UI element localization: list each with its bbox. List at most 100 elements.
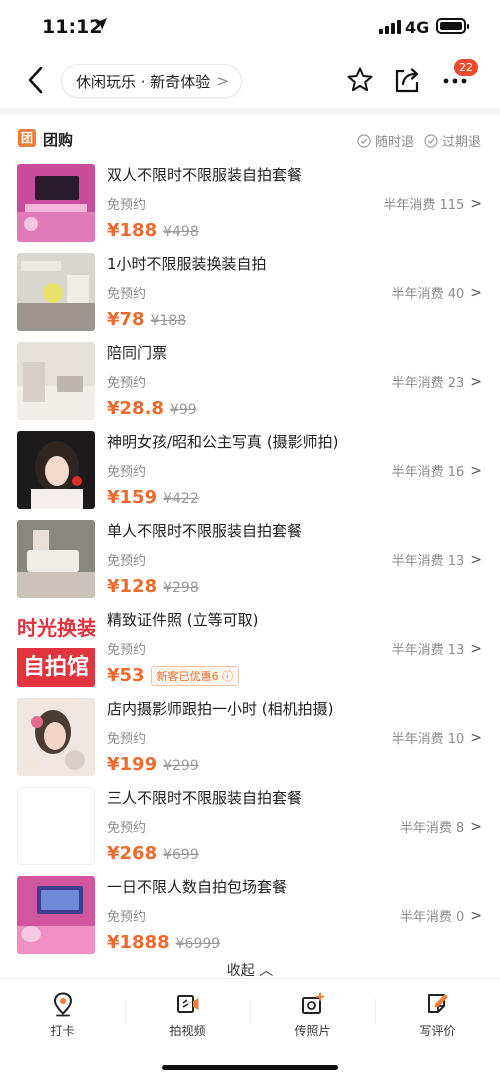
deal-name: 单人不限时不限服装自拍套餐	[107, 522, 303, 540]
current-price: ¥1888	[107, 932, 170, 953]
breadcrumb-label: 休闲玩乐 · 新奇体验	[76, 72, 211, 91]
write-review-icon	[427, 994, 448, 1013]
deal-booking: 免预约	[107, 465, 147, 480]
star-icon[interactable]	[346, 66, 374, 94]
deal-thumbnail	[17, 698, 95, 776]
original-price: ¥99	[169, 402, 197, 418]
home-indicator	[162, 1065, 338, 1070]
deal-name: 三人不限时不限服装自拍套餐	[107, 789, 303, 807]
deal-sold-count: 半年消费 13 >	[391, 551, 482, 570]
deal-item[interactable]: 1小时不限服装换装自拍 免预约 半年消费 40 > ¥78 ¥188	[0, 251, 500, 340]
deal-sold-count: 半年消费 115 >	[383, 195, 482, 214]
deal-thumbnail	[17, 253, 95, 331]
section-title: 团购	[43, 131, 74, 149]
battery-icon	[436, 18, 469, 34]
deal-thumbnail	[17, 876, 95, 954]
deal-price: ¥28.8 ¥99	[107, 398, 197, 419]
deal-name: 1小时不限服装换装自拍	[107, 255, 267, 273]
deal-price: ¥159 ¥422	[107, 487, 199, 508]
deal-name: 神明女孩/昭和公主写真 (摄影师拍)	[107, 433, 339, 451]
deal-name: 一日不限人数自拍包场套餐	[107, 878, 288, 896]
deal-booking: 免预约	[107, 821, 147, 836]
current-price: ¥53	[107, 665, 145, 686]
network-type: 4G	[405, 18, 430, 37]
deal-item[interactable]: 双人不限时不限服装自拍套餐 免预约 半年消费 115 > ¥188 ¥498	[0, 162, 500, 251]
original-price: ¥299	[163, 758, 199, 774]
share-icon[interactable]	[393, 65, 421, 95]
deal-item[interactable]: 店内摄影师跟拍一小时 (相机拍摄) 免预约 半年消费 10 > ¥199 ¥299	[0, 696, 500, 785]
current-price: ¥128	[107, 576, 158, 597]
deal-thumbnail	[17, 342, 95, 420]
deal-thumbnail	[17, 431, 95, 509]
current-price: ¥268	[107, 843, 158, 864]
chevron-right-icon: >	[470, 195, 482, 212]
deal-item[interactable]: 时光换装 自拍馆 精致证件照 (立等可取) 免预约 半年消费 13 > ¥53 新…	[0, 607, 500, 696]
deal-sold-count: 半年消费 16 >	[391, 462, 482, 481]
deal-booking: 免预约	[107, 732, 147, 747]
location-arrow-icon	[95, 18, 107, 30]
chevron-right-icon: >	[470, 373, 482, 390]
deal-sold-count: 半年消费 10 >	[391, 729, 482, 748]
deal-booking: 免预约	[107, 910, 147, 925]
write-review-tab[interactable]: 写评价	[375, 979, 500, 1048]
section-separator	[0, 108, 500, 114]
category-breadcrumb[interactable]: 休闲玩乐 · 新奇体验 >	[62, 65, 241, 97]
collapse-button[interactable]: 收起 ︿	[0, 960, 500, 980]
deal-sold-count: 半年消费 8 >	[399, 818, 482, 837]
original-price: ¥498	[163, 224, 199, 240]
video-tab[interactable]: 拍视频	[125, 979, 250, 1048]
deal-item[interactable]: 神明女孩/昭和公主写真 (摄影师拍) 免预约 半年消费 16 > ¥159 ¥42…	[0, 429, 500, 518]
deal-item[interactable]: 一日不限人数自拍包场套餐 免预约 半年消费 0 > ¥1888 ¥6999	[0, 874, 500, 963]
current-price: ¥199	[107, 754, 158, 775]
deal-price: ¥1888 ¥6999	[107, 932, 220, 953]
new-customer-promo[interactable]: 新客已优惠6 ⓘ	[150, 665, 240, 686]
deal-booking: 免预约	[107, 198, 147, 213]
video-camera-icon	[176, 995, 198, 1013]
current-price: ¥28.8	[107, 398, 164, 419]
deal-price: ¥78 ¥188	[107, 309, 186, 330]
deal-name: 双人不限时不限服装自拍套餐	[107, 166, 303, 184]
deal-item[interactable]: 单人不限时不限服装自拍套餐 免预约 半年消费 13 > ¥128 ¥298	[0, 518, 500, 607]
tab-label: 打卡	[50, 1024, 75, 1038]
chevron-right-icon: >	[216, 72, 229, 90]
tab-label: 写评价	[419, 1024, 456, 1038]
check-circle-icon	[357, 133, 371, 148]
deal-name: 店内摄影师跟拍一小时 (相机拍摄)	[107, 700, 334, 718]
chevron-right-icon: >	[470, 907, 482, 924]
check-circle-icon	[424, 133, 438, 148]
tab-label: 传照片	[294, 1024, 331, 1038]
chevron-right-icon: >	[470, 640, 482, 657]
original-price: ¥422	[163, 491, 199, 507]
deal-price: ¥53 新客已优惠6 ⓘ	[107, 665, 240, 686]
tag-label: 随时退	[375, 135, 415, 150]
deal-price: ¥188 ¥498	[107, 220, 199, 241]
refund-anytime-tag: 随时退	[357, 131, 414, 150]
deal-thumbnail	[17, 520, 95, 598]
deal-thumbnail: 时光换装 自拍馆	[17, 609, 95, 687]
deal-price: ¥199 ¥299	[107, 754, 199, 775]
deal-booking: 免预约	[107, 376, 147, 391]
notification-badge: 22	[454, 59, 478, 76]
upload-photo-tab[interactable]: 传照片	[250, 979, 375, 1048]
chevron-right-icon: >	[470, 462, 482, 479]
thumbnail-text-bottom: 自拍馆	[17, 648, 95, 687]
deal-sold-count: 半年消费 23 >	[391, 373, 482, 392]
deal-item[interactable]: 三人不限时不限服装自拍套餐 免预约 半年消费 8 > ¥268 ¥699	[0, 785, 500, 874]
deal-item[interactable]: 陪同门票 免预约 半年消费 23 > ¥28.8 ¥99	[0, 340, 500, 429]
groupbuy-header: 团 团购 随时退 过期退	[0, 126, 500, 154]
chevron-right-icon: >	[470, 284, 482, 301]
checkin-tab[interactable]: 打卡	[0, 979, 125, 1048]
add-photo-icon	[301, 992, 324, 1014]
deal-booking: 免预约	[107, 287, 147, 302]
tag-label: 过期退	[442, 135, 482, 150]
original-price: ¥699	[163, 847, 199, 863]
back-icon[interactable]	[22, 64, 50, 96]
deal-booking: 免预约	[107, 554, 147, 569]
original-price: ¥298	[163, 580, 199, 596]
deal-thumbnail	[17, 787, 95, 865]
deal-sold-count: 半年消费 40 >	[391, 284, 482, 303]
original-price: ¥6999	[175, 936, 221, 952]
tab-label: 拍视频	[169, 1024, 206, 1038]
current-price: ¥159	[107, 487, 158, 508]
chevron-right-icon: >	[470, 729, 482, 746]
